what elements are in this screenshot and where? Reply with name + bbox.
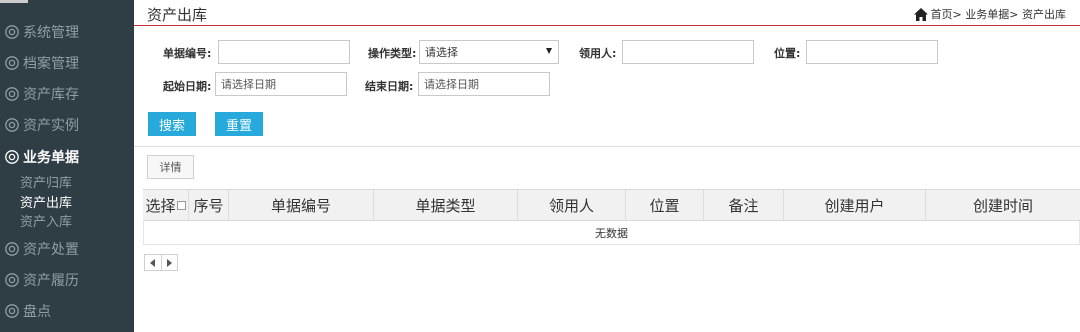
sidebar-item-history[interactable]: 资产履历: [0, 266, 134, 294]
sidebar-item-system[interactable]: 系统管理: [0, 18, 134, 46]
sidebar-subitem-inbound[interactable]: 资产入库: [20, 214, 72, 232]
doc-no-input[interactable]: [218, 40, 350, 64]
page-title: 资产出库: [147, 6, 208, 24]
caret-down-icon: [546, 48, 552, 54]
sidebar-item-label: 资产处置: [23, 242, 79, 258]
sidebar-item-label: 业务单据: [23, 150, 79, 166]
home-icon: [913, 7, 928, 21]
gear-icon: [5, 25, 19, 39]
search-button[interactable]: 搜索: [148, 112, 196, 136]
sidebar-item-instance[interactable]: 资产实例: [0, 111, 134, 139]
location-label: 位置:: [774, 47, 801, 60]
op-type-select[interactable]: 请选择: [419, 40, 559, 64]
reset-button[interactable]: 重置: [215, 112, 263, 136]
column-header-recipient[interactable]: 领用人: [518, 190, 626, 221]
sidebar-item-archive[interactable]: 档案管理: [0, 49, 134, 77]
gear-icon: [5, 242, 19, 256]
location-input[interactable]: [806, 40, 938, 64]
sidebar-top-strip: [0, 0, 28, 3]
chevron-right-icon: [166, 258, 172, 267]
sidebar-item-business-docs[interactable]: 业务单据: [0, 143, 134, 171]
doc-no-label: 单据编号:: [163, 47, 212, 60]
column-header-created-by[interactable]: 创建用户: [784, 190, 926, 221]
op-type-selected: 请选择: [425, 46, 458, 59]
gear-icon: [5, 150, 19, 164]
detail-button[interactable]: 详情: [147, 155, 194, 179]
sidebar-item-label: 盘点: [23, 304, 51, 320]
next-page-button[interactable]: [160, 255, 178, 270]
sidebar-item-label: 资产履历: [23, 273, 79, 289]
sidebar-subitem-outbound[interactable]: 资产出库: [20, 195, 72, 213]
empty-row: 无数据: [143, 221, 1080, 245]
select-all-checkbox[interactable]: [176, 201, 186, 210]
sidebar-subitem-return[interactable]: 资产归库: [20, 175, 72, 193]
sidebar-item-label: 资产实例: [23, 118, 79, 134]
gear-icon: [5, 56, 19, 70]
gear-icon: [5, 304, 19, 318]
app-root: 系统管理 档案管理 资产库存 资产实例 业务单据 资产归库 资产出库 资产入库 …: [0, 0, 1080, 332]
column-header-remark[interactable]: 备注: [704, 190, 784, 221]
section-divider: [134, 146, 1080, 147]
column-header-created-at[interactable]: 创建时间: [926, 190, 1080, 221]
sidebar-item-label: 资产库存: [23, 87, 79, 103]
breadcrumb-text[interactable]: 首页> 业务单据> 资产出库: [931, 6, 1066, 22]
column-header-location[interactable]: 位置: [626, 190, 704, 221]
end-date-input[interactable]: [418, 72, 550, 96]
table-header: 选择 序号 单据编号 单据类型 领用人 位置 备注 创建用户 创建时间: [143, 189, 1080, 221]
gear-icon: [5, 273, 19, 287]
gear-icon: [5, 118, 19, 132]
recipient-label: 领用人:: [579, 47, 617, 60]
breadcrumb[interactable]: 首页> 业务单据> 资产出库: [913, 6, 1066, 22]
column-header-select[interactable]: 选择: [143, 190, 189, 221]
sidebar-item-stocktake[interactable]: 盘点: [0, 297, 134, 325]
column-header-doc-type[interactable]: 单据类型: [374, 190, 518, 221]
column-header-index[interactable]: 序号: [189, 190, 229, 221]
sidebar-item-inventory[interactable]: 资产库存: [0, 80, 134, 108]
sidebar-item-label: 档案管理: [23, 56, 79, 72]
op-type-label: 操作类型:: [368, 47, 417, 60]
sidebar-item-disposal[interactable]: 资产处置: [0, 235, 134, 263]
start-date-label: 起始日期:: [163, 80, 212, 93]
sidebar-item-label: 系统管理: [23, 25, 79, 41]
start-date-input[interactable]: [215, 72, 347, 96]
recipient-input[interactable]: [622, 40, 754, 64]
data-table: 选择 序号 单据编号 单据类型 领用人 位置 备注 创建用户 创建时间 无数据: [143, 189, 1080, 245]
sidebar: 系统管理 档案管理 资产库存 资产实例 业务单据 资产归库 资产出库 资产入库 …: [0, 0, 134, 332]
end-date-label: 结束日期:: [365, 80, 414, 93]
pager: [144, 254, 178, 271]
chevron-left-icon: [150, 258, 156, 267]
prev-page-button[interactable]: [145, 255, 161, 270]
gear-icon: [5, 87, 19, 101]
column-header-doc-no[interactable]: 单据编号: [229, 190, 374, 221]
page-header: 资产出库 首页> 业务单据> 资产出库: [134, 0, 1080, 26]
